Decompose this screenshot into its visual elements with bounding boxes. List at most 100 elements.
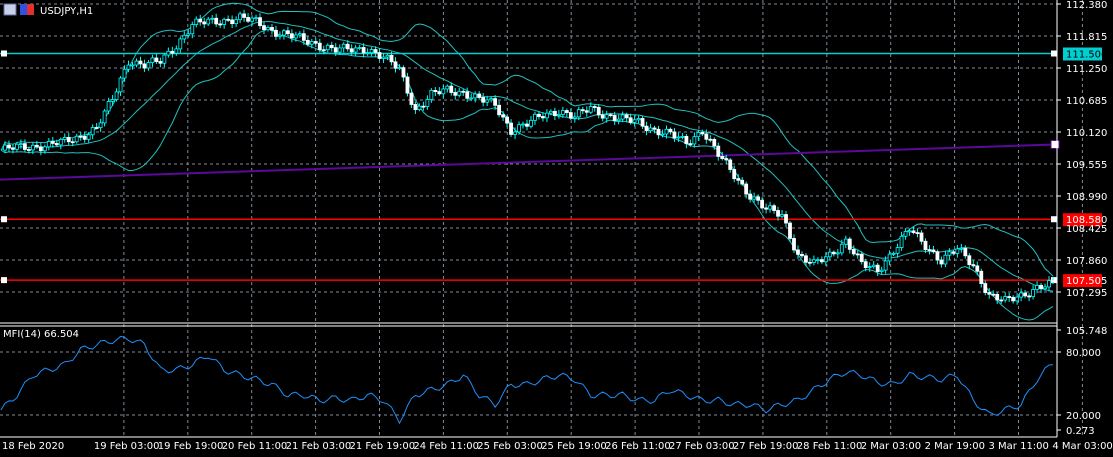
candle-bear [258,17,262,27]
candle-bear [349,48,354,53]
candle-bull [381,56,386,59]
candle-bear [26,149,31,151]
candle-bear [919,232,924,242]
candle-bear [552,110,557,116]
candle-bull [616,118,621,122]
candle-bear [274,29,278,37]
candle-bear [732,169,737,180]
candle-bear [461,90,466,93]
candle-bear [640,118,645,127]
candle-bull [90,127,95,136]
candle-bear [373,49,378,53]
candle-bull [955,248,960,254]
candle-bear [170,50,175,54]
time-tick-label: 21 Feb 03:00 [286,441,352,452]
candle-bear [94,127,99,129]
candle-bear [740,179,745,185]
candle-bear [975,265,980,272]
candle-bear [317,42,322,51]
candle-bull [325,44,330,51]
level-handle[interactable] [1,216,7,223]
candle-bear [736,178,741,181]
candle-bull [815,259,820,262]
candle-bull [178,38,183,50]
candle-bear [967,255,972,266]
candle-bull [1015,296,1020,302]
candle-bear [688,143,693,146]
candle-bear [859,253,864,263]
price-levels[interactable]: 111.506108.580107.505 [0,47,1107,288]
candle-bull [871,264,876,267]
candle-bear [656,128,661,136]
candle-bear [700,132,705,135]
candle-bear [720,156,725,159]
candle-bear [509,122,513,135]
candle-bull [752,196,757,200]
candle-bear [784,214,788,224]
candle-bull [210,17,215,20]
candle-bear [983,283,988,293]
candle-bull [234,19,239,25]
candle-bear [289,33,294,39]
mfi-tick-label: 0.273 [1066,426,1095,437]
candle-bear [389,54,394,63]
flag-jpy-icon [27,4,34,15]
candle-bull [823,256,828,263]
candle-bull [560,110,565,115]
candle-bull [122,68,127,79]
candle-bull [907,230,912,233]
trendline-handle[interactable] [1050,139,1060,149]
candle-bear [333,47,338,53]
level-handle[interactable] [1051,50,1057,57]
candle-bull [620,114,625,120]
candle-bull [485,99,490,103]
time-tick-label: 24 Feb 11:00 [413,441,479,452]
chart-window[interactable]: 111.506108.580107.505 112.380 111.815 111.… [0,0,1113,457]
candle-bear [923,240,928,251]
candle-bull [1035,284,1039,290]
candle-bear [596,106,601,116]
candle-bear [305,39,310,45]
candle-bear [568,112,573,119]
candle-bull [441,88,446,95]
candle-bear [1023,292,1028,297]
candle-bear [788,222,792,239]
candle-bear [668,128,673,133]
candle-bull [545,112,549,119]
candle-bear [154,57,159,62]
candle-bull [839,243,844,254]
candle-bear [644,125,649,132]
candle-bear [1051,280,1055,282]
candle-bull [134,60,139,66]
candle-bear [138,60,143,65]
candle-bull [469,97,474,100]
candle-bear [708,138,713,141]
candle-bull [696,132,701,138]
candle-bear [54,143,59,146]
price-tick-label: 107.860 [1066,256,1107,267]
candle-bull [429,90,434,100]
candle-bear [78,135,83,138]
candle-bull [780,214,784,217]
candle-bull [30,144,35,151]
candle-bull [489,98,494,101]
candle-bear [684,135,689,145]
candle-bull [517,124,521,133]
candle-bear [393,61,398,69]
level-handle[interactable] [1051,216,1057,223]
candle-bull [206,18,211,25]
level-handle[interactable] [1,50,7,57]
candle-bear [421,105,426,108]
candle-bear [405,76,410,94]
trendline[interactable] [0,143,1056,181]
candle-bull [576,109,581,118]
candle-bear [262,25,266,31]
level-handle[interactable] [1051,277,1057,284]
candle-bear [34,144,39,148]
candle-bull [110,99,115,102]
candle-bear [313,41,318,44]
price-tick-label: 111.250 [1066,64,1107,75]
level-handle[interactable] [1,277,7,284]
candle-bull [680,135,685,138]
candle-bear [401,67,406,78]
